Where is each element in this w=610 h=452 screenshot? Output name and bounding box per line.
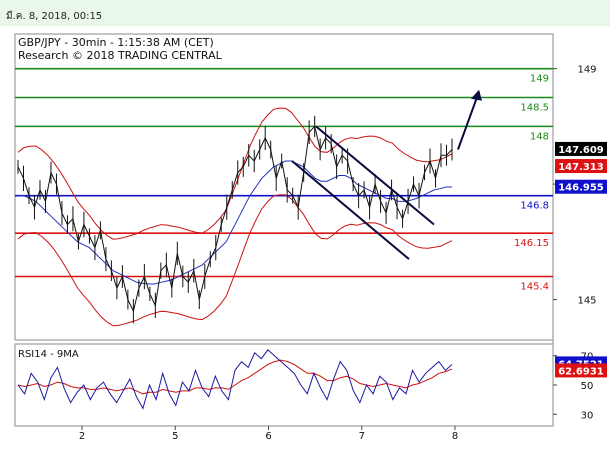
chart-title: GBP/JPY - 30min - 1:15:38 AM (CET) [18, 36, 214, 49]
x-tick-label: 7 [359, 431, 365, 442]
chart-area: GBP/JPY - 30min - 1:15:38 AM (CET) Resea… [14, 33, 607, 442]
price-tag: 147.609 [558, 145, 604, 156]
price-panel [14, 33, 554, 341]
rsi-tick-label: 30 [581, 410, 594, 421]
level-label: 145.4 [520, 281, 549, 292]
rsi-label: RSI14 - 9MA [18, 349, 79, 360]
x-tick-label: 8 [452, 431, 458, 442]
level-label: 148 [530, 131, 549, 142]
level-label: 148.5 [520, 103, 549, 114]
level-label: 149 [530, 74, 549, 85]
price-tick-label: 149 [577, 65, 596, 76]
chart-subtitle: Research © 2018 TRADING CENTRAL [18, 49, 223, 62]
rsi-tag: 62.6931 [558, 366, 604, 377]
price-tag: 146.955 [558, 183, 604, 194]
rsi-panel [14, 343, 554, 427]
x-tick-label: 6 [265, 431, 271, 442]
x-tick-label: 2 [79, 431, 85, 442]
x-tick-label: 5 [172, 431, 178, 442]
price-tick-label: 145 [577, 296, 596, 307]
level-label: 146.8 [520, 201, 549, 212]
level-label: 146.15 [514, 238, 549, 249]
rsi-tick-label: 50 [581, 381, 594, 392]
price-tag: 147.313 [558, 162, 604, 173]
